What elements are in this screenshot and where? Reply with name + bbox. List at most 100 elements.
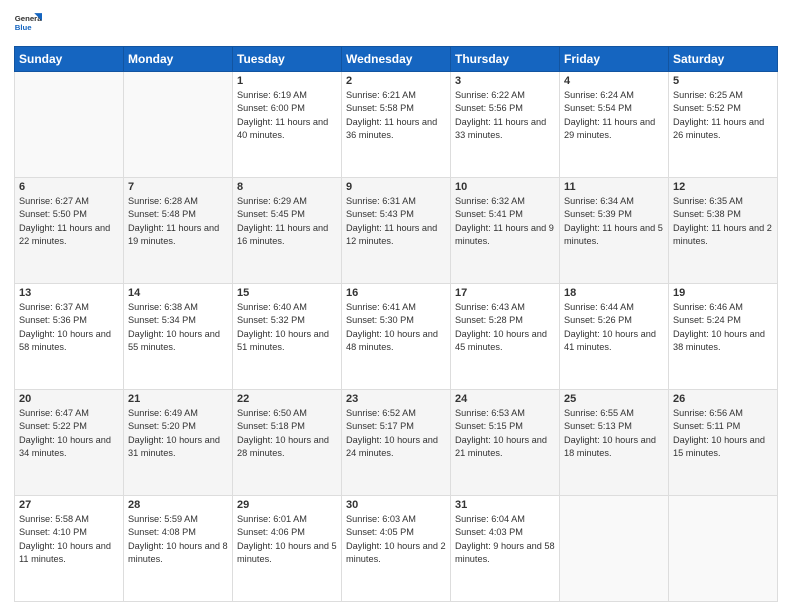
calendar-cell: 21 Sunrise: 6:49 AMSunset: 5:20 PMDayligh… (124, 390, 233, 496)
calendar-week-row: 6 Sunrise: 6:27 AMSunset: 5:50 PMDaylight… (15, 178, 778, 284)
calendar-cell (669, 496, 778, 602)
day-info: Sunrise: 6:37 AMSunset: 5:36 PMDaylight:… (19, 301, 119, 354)
day-info: Sunrise: 6:22 AMSunset: 5:56 PMDaylight:… (455, 89, 555, 142)
calendar-cell: 7 Sunrise: 6:28 AMSunset: 5:48 PMDaylight… (124, 178, 233, 284)
day-info: Sunrise: 6:55 AMSunset: 5:13 PMDaylight:… (564, 407, 664, 460)
day-info: Sunrise: 6:49 AMSunset: 5:20 PMDaylight:… (128, 407, 228, 460)
logo-icon: General Blue (14, 10, 42, 38)
day-number: 4 (564, 75, 664, 87)
day-number: 11 (564, 181, 664, 193)
calendar-cell: 1Sunrise: 6:19 AMSunset: 6:00 PMDaylight… (233, 72, 342, 178)
day-info: Sunrise: 6:50 AMSunset: 5:18 PMDaylight:… (237, 407, 337, 460)
calendar-cell: 3Sunrise: 6:22 AMSunset: 5:56 PMDaylight… (451, 72, 560, 178)
day-info: Sunrise: 6:53 AMSunset: 5:15 PMDaylight:… (455, 407, 555, 460)
weekday-header-friday: Friday (560, 47, 669, 72)
day-info: Sunrise: 6:27 AMSunset: 5:50 PMDaylight:… (19, 195, 119, 248)
calendar-cell: 14 Sunrise: 6:38 AMSunset: 5:34 PMDayligh… (124, 284, 233, 390)
day-number: 13 (19, 287, 119, 299)
calendar-week-row: 13 Sunrise: 6:37 AMSunset: 5:36 PMDayligh… (15, 284, 778, 390)
logo: General Blue (14, 10, 42, 38)
day-number: 16 (346, 287, 446, 299)
day-info: Sunrise: 6:31 AMSunset: 5:43 PMDaylight:… (346, 195, 446, 248)
day-number: 6 (19, 181, 119, 193)
day-number: 14 (128, 287, 228, 299)
day-info: Sunrise: 6:03 AMSunset: 4:05 PMDaylight:… (346, 513, 446, 566)
calendar-cell: 19 Sunrise: 6:46 AMSunset: 5:24 PMDayligh… (669, 284, 778, 390)
weekday-header-thursday: Thursday (451, 47, 560, 72)
day-info: Sunrise: 6:28 AMSunset: 5:48 PMDaylight:… (128, 195, 228, 248)
day-number: 8 (237, 181, 337, 193)
day-number: 7 (128, 181, 228, 193)
day-info: Sunrise: 6:46 AMSunset: 5:24 PMDaylight:… (673, 301, 773, 354)
calendar-cell: 6 Sunrise: 6:27 AMSunset: 5:50 PMDaylight… (15, 178, 124, 284)
day-info: Sunrise: 6:40 AMSunset: 5:32 PMDaylight:… (237, 301, 337, 354)
day-number: 26 (673, 393, 773, 405)
day-number: 19 (673, 287, 773, 299)
day-info: Sunrise: 6:25 AMSunset: 5:52 PMDaylight:… (673, 89, 773, 142)
day-info: Sunrise: 6:34 AMSunset: 5:39 PMDaylight:… (564, 195, 664, 248)
day-info: Sunrise: 5:58 AMSunset: 4:10 PMDaylight:… (19, 513, 119, 566)
day-info: Sunrise: 6:04 AMSunset: 4:03 PMDaylight:… (455, 513, 555, 566)
day-info: Sunrise: 6:43 AMSunset: 5:28 PMDaylight:… (455, 301, 555, 354)
calendar-table: SundayMondayTuesdayWednesdayThursdayFrid… (14, 46, 778, 602)
day-number: 10 (455, 181, 555, 193)
day-info: Sunrise: 6:21 AMSunset: 5:58 PMDaylight:… (346, 89, 446, 142)
weekday-header-saturday: Saturday (669, 47, 778, 72)
calendar-cell: 5 Sunrise: 6:25 AMSunset: 5:52 PMDaylight… (669, 72, 778, 178)
calendar-cell (124, 72, 233, 178)
calendar-cell: 11 Sunrise: 6:34 AMSunset: 5:39 PMDayligh… (560, 178, 669, 284)
day-info: Sunrise: 6:35 AMSunset: 5:38 PMDaylight:… (673, 195, 773, 248)
calendar-cell: 18Sunrise: 6:44 AMSunset: 5:26 PMDayligh… (560, 284, 669, 390)
day-info: Sunrise: 6:32 AMSunset: 5:41 PMDaylight:… (455, 195, 555, 248)
calendar-cell: 24 Sunrise: 6:53 AMSunset: 5:15 PMDayligh… (451, 390, 560, 496)
calendar-cell: 31Sunrise: 6:04 AMSunset: 4:03 PMDayligh… (451, 496, 560, 602)
day-number: 23 (346, 393, 446, 405)
weekday-header-wednesday: Wednesday (342, 47, 451, 72)
day-info: Sunrise: 6:24 AMSunset: 5:54 PMDaylight:… (564, 89, 664, 142)
calendar-cell: 8 Sunrise: 6:29 AMSunset: 5:45 PMDaylight… (233, 178, 342, 284)
day-info: Sunrise: 6:47 AMSunset: 5:22 PMDaylight:… (19, 407, 119, 460)
day-number: 12 (673, 181, 773, 193)
day-info: Sunrise: 5:59 AMSunset: 4:08 PMDaylight:… (128, 513, 228, 566)
calendar-cell (560, 496, 669, 602)
calendar-cell: 25 Sunrise: 6:55 AMSunset: 5:13 PMDayligh… (560, 390, 669, 496)
day-info: Sunrise: 6:29 AMSunset: 5:45 PMDaylight:… (237, 195, 337, 248)
calendar-week-row: 27Sunrise: 5:58 AMSunset: 4:10 PMDayligh… (15, 496, 778, 602)
calendar-cell: 26 Sunrise: 6:56 AMSunset: 5:11 PMDayligh… (669, 390, 778, 496)
calendar-cell: 12 Sunrise: 6:35 AMSunset: 5:38 PMDayligh… (669, 178, 778, 284)
weekday-header-tuesday: Tuesday (233, 47, 342, 72)
calendar-cell (15, 72, 124, 178)
calendar-cell: 17 Sunrise: 6:43 AMSunset: 5:28 PMDayligh… (451, 284, 560, 390)
svg-text:Blue: Blue (15, 23, 33, 32)
day-number: 24 (455, 393, 555, 405)
day-number: 1 (237, 75, 337, 87)
calendar-cell: 9 Sunrise: 6:31 AMSunset: 5:43 PMDaylight… (342, 178, 451, 284)
day-number: 30 (346, 499, 446, 511)
weekday-header-sunday: Sunday (15, 47, 124, 72)
calendar-week-row: 1Sunrise: 6:19 AMSunset: 6:00 PMDaylight… (15, 72, 778, 178)
calendar-cell: 13 Sunrise: 6:37 AMSunset: 5:36 PMDayligh… (15, 284, 124, 390)
day-number: 22 (237, 393, 337, 405)
weekday-header-row: SundayMondayTuesdayWednesdayThursdayFrid… (15, 47, 778, 72)
day-number: 25 (564, 393, 664, 405)
day-info: Sunrise: 6:52 AMSunset: 5:17 PMDaylight:… (346, 407, 446, 460)
calendar-cell: 27Sunrise: 5:58 AMSunset: 4:10 PMDayligh… (15, 496, 124, 602)
day-number: 5 (673, 75, 773, 87)
day-info: Sunrise: 6:41 AMSunset: 5:30 PMDaylight:… (346, 301, 446, 354)
calendar-cell: 30 Sunrise: 6:03 AMSunset: 4:05 PMDayligh… (342, 496, 451, 602)
day-info: Sunrise: 6:44 AMSunset: 5:26 PMDaylight:… (564, 301, 664, 354)
day-number: 9 (346, 181, 446, 193)
day-number: 29 (237, 499, 337, 511)
calendar-cell: 22 Sunrise: 6:50 AMSunset: 5:18 PMDayligh… (233, 390, 342, 496)
day-number: 20 (19, 393, 119, 405)
day-info: Sunrise: 6:38 AMSunset: 5:34 PMDaylight:… (128, 301, 228, 354)
calendar-cell: 15 Sunrise: 6:40 AMSunset: 5:32 PMDayligh… (233, 284, 342, 390)
calendar-cell: 29Sunrise: 6:01 AMSunset: 4:06 PMDayligh… (233, 496, 342, 602)
calendar-cell: 10 Sunrise: 6:32 AMSunset: 5:41 PMDayligh… (451, 178, 560, 284)
weekday-header-monday: Monday (124, 47, 233, 72)
day-number: 17 (455, 287, 555, 299)
day-number: 21 (128, 393, 228, 405)
day-number: 15 (237, 287, 337, 299)
day-number: 2 (346, 75, 446, 87)
day-info: Sunrise: 6:56 AMSunset: 5:11 PMDaylight:… (673, 407, 773, 460)
